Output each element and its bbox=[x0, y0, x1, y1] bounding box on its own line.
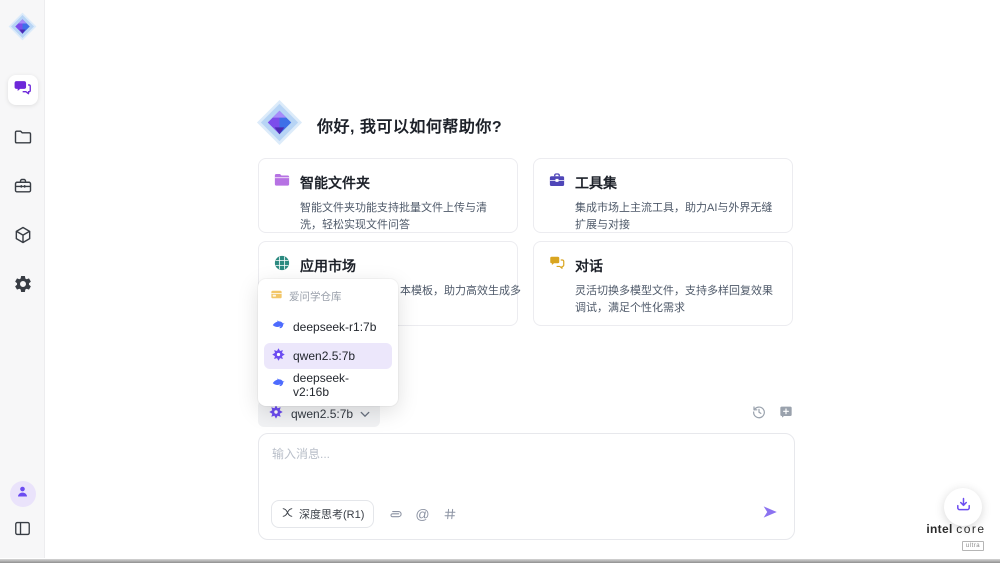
deep-think-icon bbox=[281, 506, 294, 522]
dropdown-item-deepseek-r1[interactable]: deepseek-r1:7b bbox=[264, 314, 392, 340]
sidebar bbox=[0, 0, 45, 558]
dropdown-group-header: 爱问学仓库 bbox=[264, 286, 392, 311]
sidebar-nav bbox=[0, 75, 45, 301]
chat-actions bbox=[751, 404, 794, 420]
app-gem-logo-icon bbox=[256, 99, 303, 151]
card-title: 工具集 bbox=[575, 173, 617, 193]
package-icon bbox=[13, 225, 33, 250]
greeting-text: 你好, 我可以如何帮助你? bbox=[317, 113, 502, 137]
card-desc: 灵活切换多模型文件，支持多样回复效果调试，满足个性化需求 bbox=[575, 283, 778, 317]
card-smart-folder[interactable]: 智能文件夹 智能文件夹功能支持批量文件上传与清洗，轻松实现文件问答 bbox=[258, 158, 518, 233]
user-icon bbox=[15, 484, 30, 504]
folder-icon bbox=[13, 127, 33, 152]
download-icon bbox=[954, 495, 973, 519]
new-chat-icon[interactable] bbox=[778, 404, 794, 420]
qwen-icon bbox=[271, 347, 286, 365]
deep-think-label: 深度思考(R1) bbox=[299, 506, 364, 522]
card-desc: 集成市场上主流工具，助力AI与外界无缝扩展与对接 bbox=[575, 200, 778, 234]
chat-icon bbox=[13, 78, 32, 102]
app-window: 你好, 我可以如何帮助你? 智能文件夹 智能文件夹功能支持批量文件上传与清洗，轻… bbox=[0, 0, 1000, 563]
gear-icon bbox=[13, 274, 33, 299]
dropdown-item-qwen[interactable]: qwen2.5:7b bbox=[264, 343, 392, 369]
composer-toolbar: 深度思考(R1) @ bbox=[271, 500, 457, 528]
chevron-down-icon bbox=[360, 407, 370, 421]
repository-icon bbox=[270, 288, 283, 304]
download-button[interactable] bbox=[944, 488, 982, 526]
sidebar-item-settings[interactable] bbox=[8, 271, 38, 301]
hash-grid-icon[interactable] bbox=[443, 507, 457, 521]
app-market-teal-icon bbox=[273, 254, 291, 277]
card-desc: 智能文件夹功能支持批量文件上传与清洗，轻松实现文件问答 bbox=[300, 200, 503, 234]
card-title: 智能文件夹 bbox=[300, 173, 370, 193]
briefcase-indigo-icon bbox=[548, 171, 566, 194]
card-toolset[interactable]: 工具集 集成市场上主流工具，助力AI与外界无缝扩展与对接 bbox=[533, 158, 793, 233]
deep-think-toggle[interactable]: 深度思考(R1) bbox=[271, 500, 374, 528]
send-button[interactable] bbox=[761, 503, 779, 526]
collapse-sidebar-button[interactable] bbox=[10, 518, 36, 544]
card-title: 对话 bbox=[575, 256, 603, 276]
greeting-row: 你好, 我可以如何帮助你? bbox=[256, 99, 502, 151]
card-dialogue[interactable]: 对话 灵活切换多模型文件，支持多样回复效果调试，满足个性化需求 bbox=[533, 241, 793, 326]
panel-layout-icon bbox=[13, 519, 32, 543]
ultra-badge: ultra bbox=[962, 541, 984, 551]
message-composer: 深度思考(R1) @ bbox=[258, 433, 795, 540]
window-bottom-edge bbox=[0, 559, 1000, 563]
intel-core-badge: intel core ultra bbox=[916, 523, 996, 551]
deepseek-icon bbox=[271, 376, 286, 394]
card-title: 应用市场 bbox=[300, 256, 356, 276]
sidebar-item-models[interactable] bbox=[8, 222, 38, 252]
intel-logo-text: intel bbox=[926, 522, 952, 536]
attachment-icon[interactable] bbox=[387, 507, 402, 522]
app-logo-icon bbox=[8, 12, 37, 41]
sidebar-bottom bbox=[0, 481, 45, 544]
mention-icon[interactable]: @ bbox=[415, 506, 429, 522]
model-dropdown: 爱问学仓库 deepseek-r1:7b qwen2.5:7b bbox=[258, 279, 398, 406]
qwen-icon bbox=[268, 404, 284, 423]
sidebar-item-folders[interactable] bbox=[8, 124, 38, 154]
model-selector-label: qwen2.5:7b bbox=[291, 407, 353, 421]
history-icon[interactable] bbox=[751, 404, 767, 420]
dropdown-item-deepseek-v2[interactable]: deepseek-v2:16b bbox=[264, 372, 392, 398]
sidebar-item-toolbox[interactable] bbox=[8, 173, 38, 203]
sidebar-item-chat[interactable] bbox=[8, 75, 38, 105]
deepseek-icon bbox=[271, 318, 286, 336]
folder-purple-icon bbox=[273, 171, 291, 194]
profile-button[interactable] bbox=[10, 481, 36, 507]
briefcase-icon bbox=[13, 176, 33, 201]
message-input[interactable] bbox=[272, 445, 772, 487]
chat-gold-icon bbox=[548, 254, 566, 277]
